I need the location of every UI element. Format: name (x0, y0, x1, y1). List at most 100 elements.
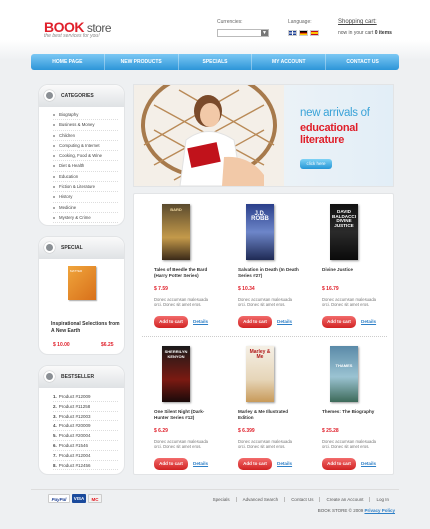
main-nav: Home page New products Specials My accou… (31, 54, 399, 70)
details-link[interactable]: Details (193, 319, 208, 324)
product-cover[interactable]: THAMES (330, 346, 358, 402)
bestseller-header: Bestseller (39, 366, 124, 388)
bestseller-item[interactable]: 5. Product #20004 (53, 431, 118, 441)
add-to-cart-button[interactable]: Add to cart (322, 316, 356, 328)
bestseller-label: Product #12456 (58, 462, 91, 468)
bestseller-item[interactable]: 4. Product #20009 (53, 421, 118, 432)
footer: PayPal VISA MC Specials Advanced Search … (31, 489, 399, 519)
cart-info: now in your cart 0 items (338, 30, 392, 36)
product-title[interactable]: Themes: The Biography (322, 409, 384, 415)
product-grid: BARD Tales of Beedle the Bard (Harry Pot… (133, 193, 394, 475)
bestseller-label: Product #20009 (58, 423, 91, 429)
banner-photo (134, 85, 284, 186)
details-link[interactable]: Details (361, 461, 376, 466)
footer-link-log-in[interactable]: Log In (369, 497, 395, 502)
footer-link-create-account[interactable]: Create an Account (319, 497, 369, 502)
banner-line-3: literature (300, 134, 345, 146)
add-to-cart-button[interactable]: Add to cart (322, 458, 356, 470)
product-cover[interactable]: Marley & Me (246, 346, 274, 402)
category-item[interactable]: Education (53, 172, 118, 183)
nav-my-account[interactable]: My account (252, 54, 327, 70)
product-title[interactable]: Tales of Beedle the Bard (Harry Potter S… (154, 267, 216, 279)
category-item[interactable]: Biography (53, 110, 118, 121)
product-card: J.D. ROBB Salvation in Death (In Death S… (222, 194, 302, 334)
footer-link-specials[interactable]: Specials (207, 497, 236, 502)
product-description: Donec accumsan malesuada orci. Donec sit… (322, 439, 377, 449)
nav-contact-us[interactable]: Contact us (326, 54, 399, 70)
cart-info-text: now in your cart (338, 30, 375, 36)
nav-home[interactable]: Home page (31, 54, 105, 70)
add-to-cart-button[interactable]: Add to cart (238, 458, 272, 470)
bullet-icon (44, 90, 55, 101)
flag-german-icon[interactable] (299, 30, 308, 36)
add-to-cart-button[interactable]: Add to cart (154, 458, 188, 470)
product-title[interactable]: Marley & Me Illustrated Edition (238, 409, 300, 421)
category-item[interactable]: Mystery & Crime (53, 213, 118, 224)
categories-title: Categories (61, 93, 94, 99)
product-price: $ 6.399 (238, 428, 255, 434)
category-item[interactable]: Children (53, 131, 118, 141)
cart-item-count: 0 items (374, 30, 392, 36)
product-cover[interactable]: SHERRILYN KENYON (162, 346, 190, 402)
visa-icon: VISA (72, 494, 86, 503)
footer-link-advanced-search[interactable]: Advanced Search (235, 497, 285, 502)
page: BOOK store the best services for you! Cu… (0, 0, 430, 529)
currency-select[interactable]: ▼ (217, 29, 269, 37)
chevron-down-icon: ▼ (261, 30, 268, 36)
promo-banner[interactable]: new arrivals of educational literature cl… (133, 84, 394, 187)
rank: 3. (53, 413, 57, 419)
category-item[interactable]: Medicine (53, 203, 118, 213)
bestseller-item[interactable]: 2. Product #11258 (53, 402, 118, 412)
category-item[interactable]: Computing & Internet (53, 141, 118, 152)
details-link[interactable]: Details (277, 461, 292, 466)
nav-new-products[interactable]: New products (105, 54, 179, 70)
product-cover[interactable]: DAVID BALDACCI DIVINE JUSTICE (330, 204, 358, 260)
special-old-price: $ 10.00 (53, 342, 70, 348)
product-card: BARD Tales of Beedle the Bard (Harry Pot… (138, 194, 218, 334)
product-card: SHERRILYN KENYON One Silent Night (Dark-… (138, 336, 218, 476)
rank: 2. (53, 403, 57, 409)
bestseller-label: Product #12009 (58, 394, 91, 399)
footer-link-contact-us[interactable]: Contact Us (284, 497, 319, 502)
product-description: Donec accumsan malesuada orci. Donec sit… (238, 297, 293, 307)
details-link[interactable]: Details (277, 319, 292, 324)
special-title: Special (61, 245, 83, 251)
special-book-cover[interactable]: MATTER (68, 266, 96, 300)
bestseller-item[interactable]: 3. Product #12003 (53, 412, 118, 422)
category-item[interactable]: Business & Money (53, 120, 118, 131)
product-title[interactable]: One Silent Night (Dark-Hunter Series #12… (154, 409, 216, 421)
bestseller-label: Product #11258 (58, 403, 91, 409)
product-card: Marley & Me Marley & Me Illustrated Edit… (222, 336, 302, 476)
add-to-cart-button[interactable]: Add to cart (238, 316, 272, 328)
details-link[interactable]: Details (193, 461, 208, 466)
banner-click-here-button[interactable]: click here (300, 159, 332, 169)
shopping-cart-link[interactable]: Shopping cart: (338, 19, 377, 25)
cover-text: SHERRILYN KENYON (164, 349, 188, 359)
cover-text: THAMES (335, 363, 353, 368)
bestseller-label: Product #20004 (58, 433, 91, 439)
bestseller-item[interactable]: 8. Product #12456 (53, 461, 118, 471)
product-title[interactable]: Salvation in Death (In Death Series #27) (238, 267, 300, 279)
category-item[interactable]: Diet & Health (53, 161, 118, 172)
currency-label: Currencies: (217, 19, 243, 25)
payment-methods: PayPal VISA MC (48, 494, 102, 503)
bestseller-item[interactable]: 7. Product #12004 (53, 451, 118, 461)
special-book-title[interactable]: Inspirational Selections from A New Eart… (51, 321, 121, 335)
bestseller-list: 1. Product #12009 2. Product #11258 3. Prod… (39, 388, 124, 471)
bestseller-item[interactable]: 6. Product #1546 (53, 441, 118, 451)
add-to-cart-button[interactable]: Add to cart (154, 316, 188, 328)
product-cover[interactable]: J.D. ROBB (246, 204, 274, 260)
category-item[interactable]: Cooking, Food & Wine (53, 151, 118, 162)
bestseller-item[interactable]: 1. Product #12009 (53, 392, 118, 402)
nav-specials[interactable]: Specials (179, 54, 253, 70)
privacy-policy-link[interactable]: Privacy Policy (364, 508, 395, 513)
product-title[interactable]: Divine Justice (322, 267, 384, 273)
product-cover[interactable]: BARD (162, 204, 190, 260)
flag-spanish-icon[interactable] (310, 30, 319, 36)
category-item[interactable]: History (53, 192, 118, 203)
flag-english-icon[interactable] (288, 30, 297, 36)
bestseller-title: Bestseller (61, 374, 95, 380)
category-item[interactable]: Fiction & Literature (53, 182, 118, 193)
product-card: THAMES Themes: The Biography $ 25.28 Don… (306, 336, 386, 476)
details-link[interactable]: Details (361, 319, 376, 324)
